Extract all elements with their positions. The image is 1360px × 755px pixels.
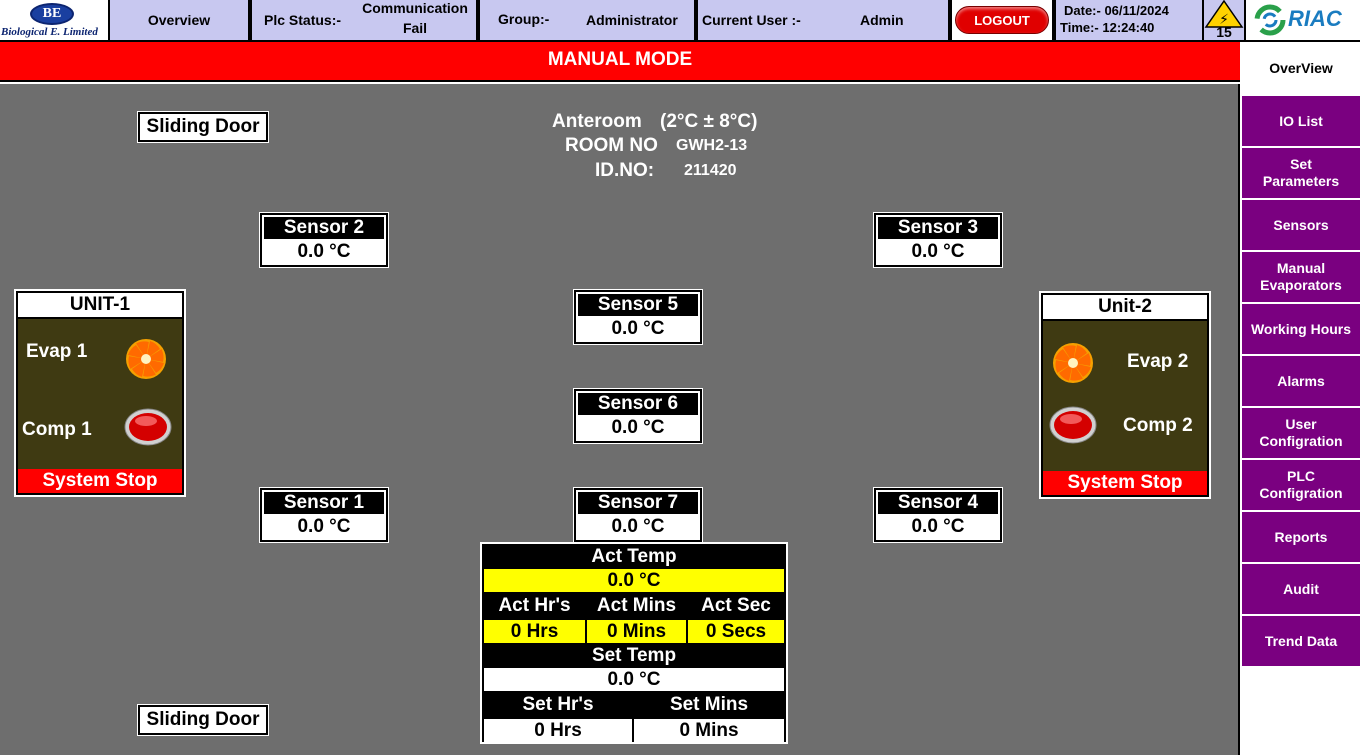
- riac-swirl-icon: [1254, 4, 1286, 36]
- comp-label: Comp 2: [1123, 415, 1193, 436]
- unit-status: System Stop: [18, 469, 182, 493]
- unit-status: System Stop: [1043, 471, 1207, 495]
- fan-icon[interactable]: [1051, 341, 1095, 385]
- be-logo-name: Biological E. Limited: [1, 26, 98, 38]
- act-temp-value: 0.0 °C: [484, 569, 784, 592]
- sensor-name: Sensor 7: [578, 492, 698, 514]
- unit-body: Evap 1 Comp 1: [18, 319, 182, 469]
- set-mins-label: Set Mins: [634, 693, 784, 717]
- act-mins-value: 0 Mins: [587, 620, 686, 643]
- set-hrs-label: Set Hr's: [484, 693, 632, 717]
- red-lamp-icon[interactable]: [124, 407, 172, 447]
- sensor-value: 0.0 °C: [878, 240, 998, 263]
- nav-sidebar: OverView IO List Set Parameters Sensors …: [1240, 42, 1360, 755]
- act-secs-value: 0 Secs: [688, 620, 784, 643]
- alarm-indicator[interactable]: ⚡ 15: [1204, 0, 1244, 40]
- datetime-box: Date:- 06/11/2024 Time:- 12:24:40: [1056, 0, 1204, 40]
- overview-tab[interactable]: Overview: [110, 0, 250, 40]
- current-user-info: Current User :- Admin: [698, 0, 950, 40]
- riac-logo-text: RIAC: [1288, 6, 1342, 31]
- sidebar-item-working-hours[interactable]: Working Hours: [1242, 304, 1360, 356]
- plc-status-label: Plc Status:-: [264, 12, 342, 28]
- sidebar-item-trend-data[interactable]: Trend Data: [1242, 616, 1360, 668]
- sensor-name: Sensor 6: [578, 393, 698, 415]
- plc-status-value-line2: Fail: [402, 20, 428, 36]
- comp-label: Comp 1: [22, 419, 92, 440]
- evap-label: Evap 2: [1127, 351, 1189, 372]
- room-no-value: GWH2-13: [676, 137, 748, 154]
- set-temp-value[interactable]: 0.0 °C: [484, 668, 784, 691]
- room-name: Anteroom: [552, 111, 642, 132]
- room-temp-range: (2°C ± 8°C): [660, 111, 758, 132]
- unit-2-panel: Unit-2 Evap 2 Comp 2 System Stop: [1039, 291, 1211, 499]
- sidebar-item-audit[interactable]: Audit: [1242, 564, 1360, 616]
- be-logo-mark: BE: [30, 3, 74, 25]
- act-hrs-label: Act Hr's: [484, 594, 585, 618]
- group-value: Administrator: [586, 12, 678, 28]
- fan-icon[interactable]: [124, 337, 168, 381]
- act-hrs-value: 0 Hrs: [484, 620, 585, 643]
- unit-1-panel: UNIT-1 Evap 1 Comp 1 System Stop: [14, 289, 186, 497]
- sidebar-item-user-configration[interactable]: User Configration: [1242, 408, 1360, 460]
- sidebar-item-set-parameters[interactable]: Set Parameters: [1242, 148, 1360, 200]
- sensor-7: Sensor 7 0.0 °C: [573, 487, 703, 543]
- current-user-value: Admin: [860, 12, 904, 28]
- set-temp-label: Set Temp: [484, 645, 784, 667]
- group-label: Group:-: [498, 11, 550, 27]
- date-text: Date:- 06/11/2024: [1064, 3, 1169, 18]
- sensor-value: 0.0 °C: [578, 416, 698, 439]
- evap-label: Evap 1: [26, 341, 88, 362]
- sidebar-item-overview[interactable]: OverView: [1242, 42, 1360, 96]
- overview-tab-label: Overview: [147, 12, 211, 28]
- sensor-value: 0.0 °C: [264, 240, 384, 263]
- sensor-name: Sensor 4: [878, 492, 998, 514]
- set-mins-value[interactable]: 0 Mins: [634, 719, 784, 742]
- id-no-value: 211420: [684, 162, 737, 179]
- sidebar-item-reports[interactable]: Reports: [1242, 512, 1360, 564]
- riac-logo: RIAC: [1246, 0, 1360, 40]
- mode-banner: MANUAL MODE: [0, 42, 1240, 82]
- sensor-name: Sensor 1: [264, 492, 384, 514]
- sensor-6: Sensor 6 0.0 °C: [573, 388, 703, 444]
- act-temp-label: Act Temp: [484, 546, 784, 568]
- red-lamp-icon[interactable]: [1049, 405, 1097, 445]
- sensor-3: Sensor 3 0.0 °C: [873, 212, 1003, 268]
- current-user-label: Current User :-: [702, 12, 801, 28]
- biological-e-logo: BE Biological E. Limited: [0, 0, 108, 40]
- sensor-value: 0.0 °C: [878, 515, 998, 538]
- id-no-label: ID.NO:: [595, 160, 655, 181]
- sensor-name: Sensor 2: [264, 217, 384, 239]
- logout-button[interactable]: LOGOUT: [955, 6, 1049, 34]
- sensor-1: Sensor 1 0.0 °C: [259, 487, 389, 543]
- sliding-door-bottom: Sliding Door: [137, 704, 269, 736]
- unit-body: Evap 2 Comp 2: [1043, 321, 1207, 471]
- sidebar-item-sensors[interactable]: Sensors: [1242, 200, 1360, 252]
- group-info: Group:- Administrator: [480, 0, 696, 40]
- sidebar-item-manual-evaporators[interactable]: Manual Evaporators: [1242, 252, 1360, 304]
- alarm-count: 15: [1216, 24, 1232, 40]
- sensor-name: Sensor 5: [578, 294, 698, 316]
- room-no-label: ROOM NO: [565, 135, 658, 156]
- sidebar-item-plc-configration[interactable]: PLC Configration: [1242, 460, 1360, 512]
- act-sec-label: Act Sec: [688, 594, 784, 618]
- unit-title: UNIT-1: [18, 293, 182, 317]
- act-mins-label: Act Mins: [587, 594, 686, 618]
- time-text: Time:- 12:24:40: [1060, 20, 1155, 35]
- sensor-4: Sensor 4 0.0 °C: [873, 487, 1003, 543]
- plc-status: Plc Status:- Communication Fail: [252, 0, 478, 40]
- sliding-door-top: Sliding Door: [137, 111, 269, 143]
- top-header: BE Biological E. Limited Overview Plc St…: [0, 0, 1360, 42]
- sensor-value: 0.0 °C: [264, 515, 384, 538]
- set-hrs-value[interactable]: 0 Hrs: [484, 719, 632, 742]
- sidebar-item-io-list[interactable]: IO List: [1242, 96, 1360, 148]
- sensor-value: 0.0 °C: [578, 515, 698, 538]
- sensor-5: Sensor 5 0.0 °C: [573, 289, 703, 345]
- sensor-name: Sensor 3: [878, 217, 998, 239]
- sensor-value: 0.0 °C: [578, 317, 698, 340]
- plc-status-value-line1: Communication: [362, 0, 468, 16]
- sensor-2: Sensor 2 0.0 °C: [259, 212, 389, 268]
- sidebar-item-alarms[interactable]: Alarms: [1242, 356, 1360, 408]
- unit-title: Unit-2: [1043, 295, 1207, 319]
- temperature-timer-panel: Act Temp 0.0 °C Act Hr's Act Mins Act Se…: [480, 542, 788, 744]
